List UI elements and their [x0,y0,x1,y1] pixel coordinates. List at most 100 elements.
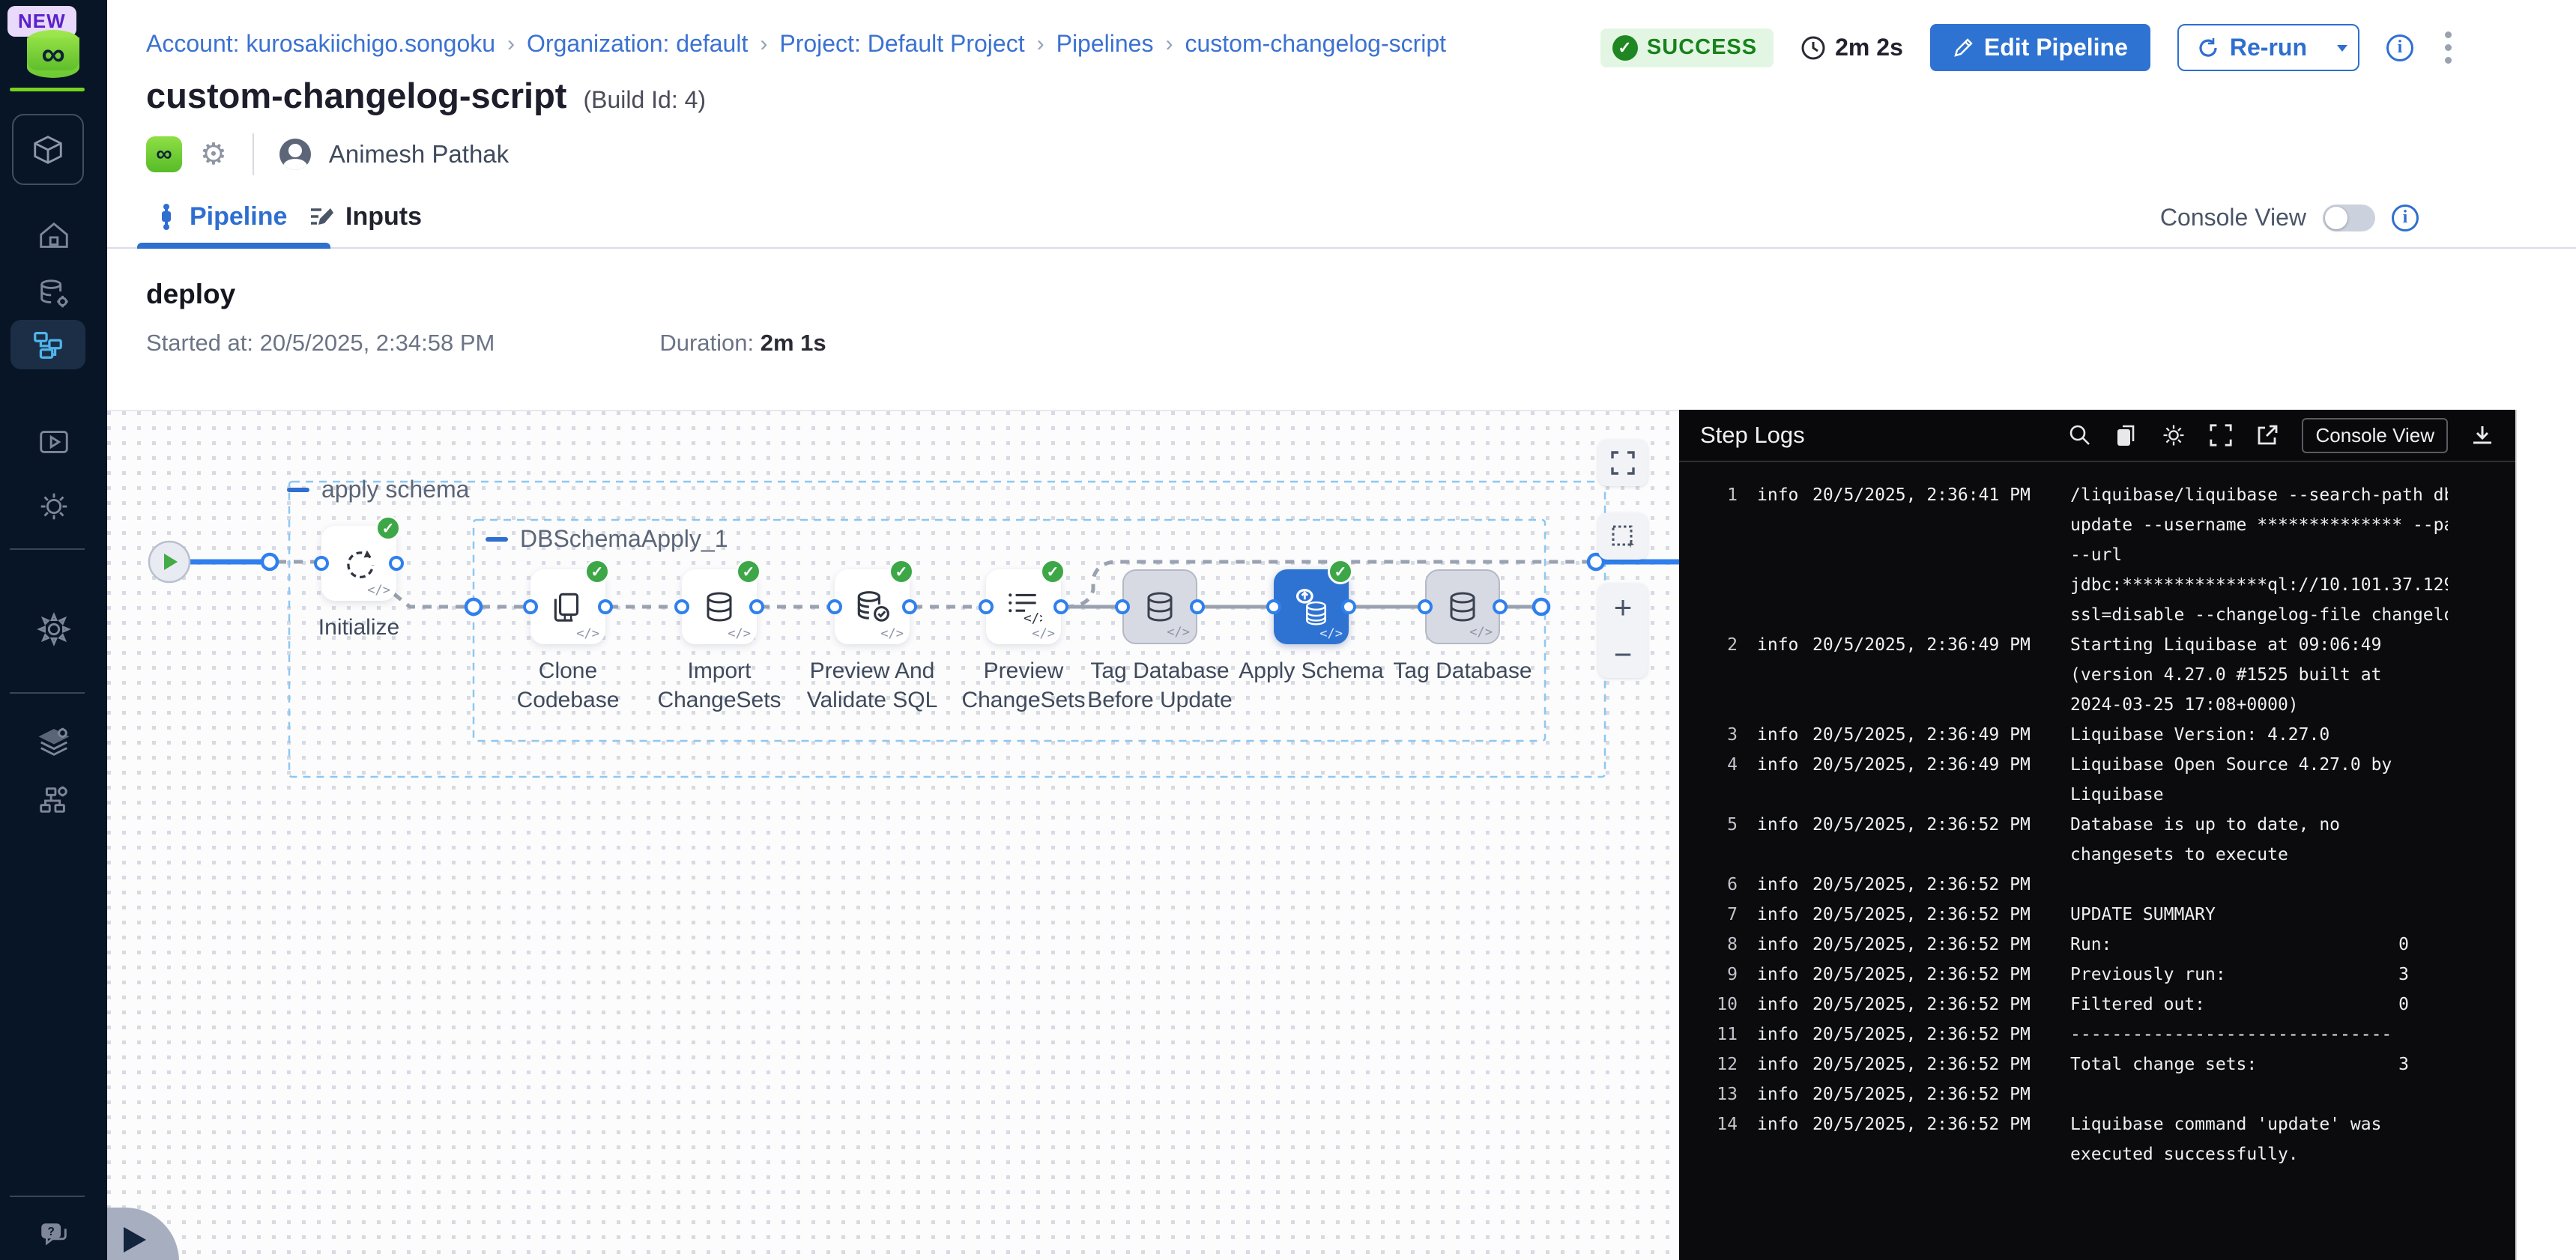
chevron-down-icon[interactable] [2334,40,2350,56]
connector-dot[interactable] [1266,599,1281,614]
code-badge-icon: </> [1319,626,1343,641]
expand-icon[interactable] [1598,440,1648,486]
database-gear-icon[interactable] [0,273,107,315]
connector-dot[interactable] [749,599,764,614]
edit-pipeline-button[interactable]: Edit Pipeline [1930,24,2150,71]
org-tree-gear-icon[interactable] [0,779,107,821]
log-timestamp: 20/5/2025, 2:36:52 PM [1809,1050,2043,1079]
breadcrumb-item[interactable]: Account: kurosakiichigo.songoku [146,30,495,58]
settings-gear-icon[interactable] [0,608,107,650]
connector-dot[interactable] [1341,599,1356,614]
console-view-toggle[interactable] [2323,205,2375,231]
zoom-out-button[interactable]: − [1598,631,1648,678]
connector-dot[interactable] [674,599,689,614]
code-badge-icon: </> [728,626,751,641]
execution-duration: 2m 2s [1801,34,1903,61]
copy-icon[interactable] [2114,423,2138,447]
log-line: 8info20/5/2025, 2:36:52 PMRun:0 [1679,930,2515,960]
scrollbar-gutter[interactable] [2515,410,2576,1260]
svg-text:?: ? [47,1226,54,1238]
executions-icon[interactable] [0,421,107,463]
tab-pipeline[interactable]: Pipeline [154,202,287,231]
connector-dot[interactable] [1053,599,1068,614]
log-level: info [1738,960,1809,990]
log-line: 12info20/5/2025, 2:36:52 PMTotal change … [1679,1050,2515,1079]
log-timestamp: 20/5/2025, 2:36:52 PM [1809,960,2043,990]
log-message: Filtered out:0 [2043,990,2448,1020]
code-badge-icon: </> [1469,625,1493,640]
download-icon[interactable] [2470,423,2494,447]
module-cube-icon[interactable] [12,114,84,185]
code-badge-icon: </> [367,583,390,598]
log-message: Run:0 [2043,930,2448,960]
gear-icon[interactable] [0,485,107,527]
stage-group-label[interactable]: apply schema [287,476,469,503]
avatar [279,139,311,170]
console-view-info-icon[interactable]: i [2392,205,2419,231]
connector-dot[interactable] [1418,599,1433,614]
breadcrumb-separator: › [1165,31,1173,57]
connector-dot[interactable] [1493,599,1508,614]
stage-name: deploy [146,279,235,310]
success-check-icon: ✓ [736,559,761,584]
log-line-number: 14 [1679,1109,1738,1139]
zoom-in-button[interactable]: + [1598,584,1648,631]
log-timestamp: 20/5/2025, 2:36:52 PM [1809,810,2043,840]
connector-dot[interactable] [1190,599,1205,614]
stage-started-at: Started at: 20/5/2025, 2:34:58 PM [146,330,495,357]
log-line: 10info20/5/2025, 2:36:52 PMFiltered out:… [1679,990,2515,1020]
pipeline-node-tag-database-before-update[interactable]: </> [1122,569,1197,644]
connector-dot[interactable] [1115,599,1130,614]
stage-duration: Duration: 2m 1s [659,330,826,357]
pipeline-node-tag-database[interactable]: </> [1425,569,1500,644]
database-up-icon [1292,587,1331,626]
fullscreen-icon[interactable] [2209,423,2233,447]
breadcrumb-item[interactable]: Project: Default Project [779,30,1024,58]
log-timestamp: 20/5/2025, 2:36:52 PM [1809,930,2043,960]
pipeline-settings-gear-icon[interactable]: ⚙ [200,139,227,169]
rerun-button[interactable]: Re-run [2177,24,2359,71]
help-chat-icon[interactable]: ? [0,1215,107,1257]
main-content: Account: kurosakiichigo.songoku › Organiza… [107,0,2576,1260]
zoom-controls: + − [1598,584,1648,678]
connector-dot[interactable] [827,599,842,614]
sidebar-divider [10,548,85,550]
node-label: Initialize [269,613,449,642]
connector-dot[interactable] [979,599,994,614]
connector-dot[interactable] [598,599,613,614]
connector-dot[interactable] [902,599,917,614]
tab-inputs[interactable]: Inputs [308,202,422,231]
log-level: info [1738,750,1809,780]
stepgroup-label[interactable]: DBSchemaApply_1 [486,525,728,553]
connector-dot[interactable] [523,599,538,614]
log-message: /liquibase/liquibase --search-path dbupd… [2043,480,2448,630]
collapse-icon[interactable] [486,537,508,542]
pipeline-canvas[interactable]: apply schema DBSchemaApply_1 </> ✓ Initial… [107,410,1679,1260]
breadcrumb-separator: › [1037,31,1044,57]
gear-icon[interactable] [2161,422,2186,448]
console-view-button[interactable]: Console View [2302,418,2448,453]
log-message: UPDATE SUMMARY [2043,900,2448,930]
home-icon[interactable] [0,217,107,255]
more-options-menu[interactable] [2440,27,2456,68]
connector-dot[interactable] [389,556,404,571]
log-line: 3info20/5/2025, 2:36:49 PMLiquibase Vers… [1679,720,2515,750]
open-in-new-icon[interactable] [2255,423,2279,447]
collapse-icon[interactable] [287,488,309,492]
log-level: info [1738,630,1809,660]
connector-dot[interactable] [314,556,329,571]
database-devops-logo[interactable]: ∞ [27,30,79,78]
search-icon[interactable] [2068,423,2092,447]
copy-icon [549,588,587,626]
pipelines-icon[interactable] [10,320,85,369]
log-timestamp: 20/5/2025, 2:36:52 PM [1809,870,2043,900]
breadcrumb-item[interactable]: Organization: default [527,30,748,58]
log-line: 9info20/5/2025, 2:36:52 PMPreviously run… [1679,960,2515,990]
log-line: 4info20/5/2025, 2:36:49 PMLiquibase Open… [1679,750,2515,810]
breadcrumb-item[interactable]: Pipelines [1056,30,1154,58]
log-output[interactable]: 1info20/5/2025, 2:36:41 PM/liquibase/liq… [1679,462,2515,1169]
breadcrumb-item[interactable]: custom-changelog-script [1185,30,1446,58]
info-icon[interactable]: i [2386,34,2413,61]
layers-gear-icon[interactable] [0,721,107,763]
marquee-select-icon[interactable] [1598,513,1648,560]
